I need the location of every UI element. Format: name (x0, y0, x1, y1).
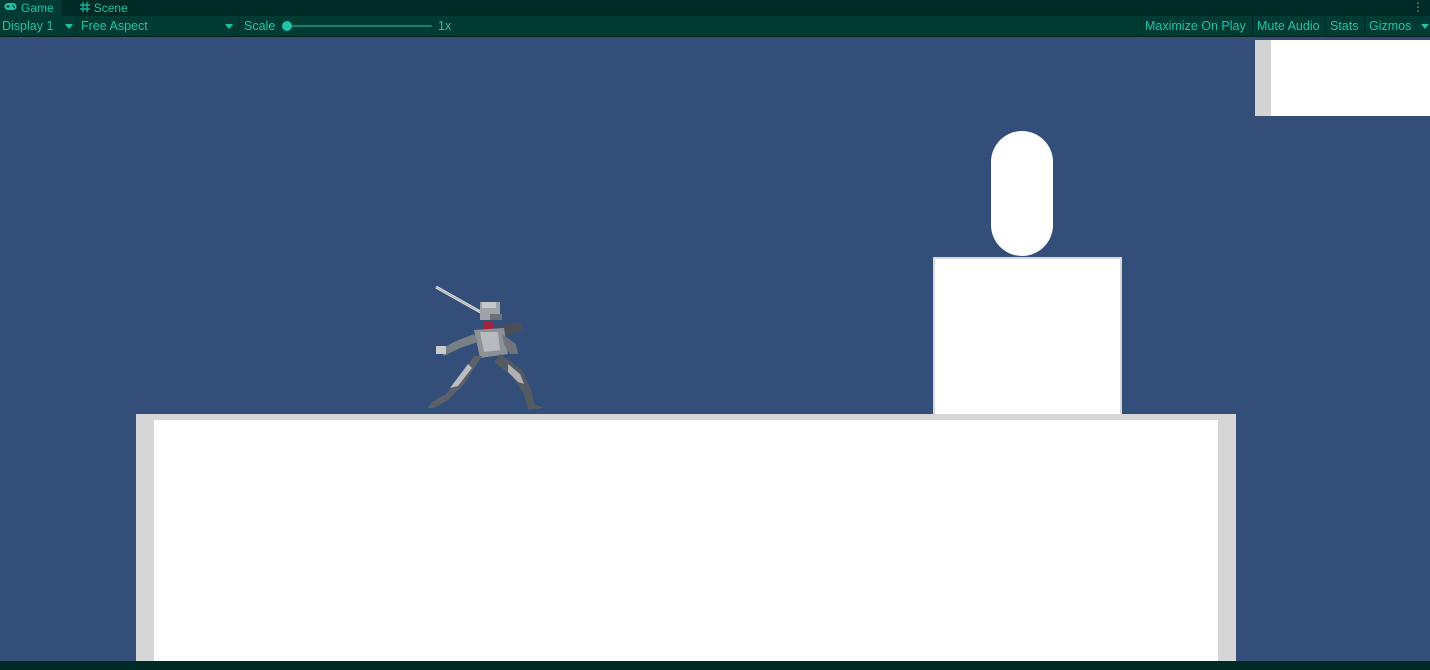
editor-tab-bar: Game Scene ⋮ (0, 0, 1430, 16)
mute-audio-toggle[interactable]: Mute Audio (1257, 16, 1320, 36)
gizmos-toggle[interactable]: Gizmos (1369, 16, 1411, 36)
tab-scene[interactable]: Scene (76, 0, 136, 16)
capsule-object (991, 131, 1053, 256)
grid-icon (79, 1, 90, 15)
status-bar (0, 661, 1430, 670)
kebab-menu-icon[interactable]: ⋮ (1412, 0, 1424, 16)
box-object (933, 257, 1122, 419)
game-viewport[interactable] (0, 37, 1430, 661)
display-dropdown-caret-icon[interactable] (65, 24, 73, 29)
scale-slider-thumb[interactable] (282, 21, 292, 31)
scale-label: Scale (244, 19, 276, 33)
gizmos-dropdown-caret-icon[interactable] (1421, 24, 1429, 29)
platform-block-top-right (1255, 40, 1430, 116)
player-character-sprite (428, 285, 544, 410)
tab-game[interactable]: Game (0, 0, 62, 16)
tab-scene-label: Scene (93, 1, 128, 15)
tab-game-label: Game (21, 1, 54, 15)
scale-value: 1x (438, 19, 452, 33)
aspect-dropdown[interactable]: Free Aspect (81, 16, 148, 36)
display-dropdown[interactable]: Display 1 (2, 16, 53, 36)
scale-slider-track[interactable] (287, 25, 432, 27)
maximize-on-play-toggle[interactable]: Maximize On Play (1145, 16, 1246, 36)
ground-platform (136, 414, 1236, 661)
aspect-dropdown-caret-icon[interactable] (225, 24, 233, 29)
display-dropdown-label: Display 1 (2, 19, 54, 33)
aspect-dropdown-label: Free Aspect (81, 19, 148, 33)
game-view-toolbar: Display 1 Free Aspect Scale 1x Maximize … (0, 16, 1430, 37)
gamepad-icon (4, 2, 17, 14)
stats-toggle[interactable]: Stats (1330, 16, 1359, 36)
